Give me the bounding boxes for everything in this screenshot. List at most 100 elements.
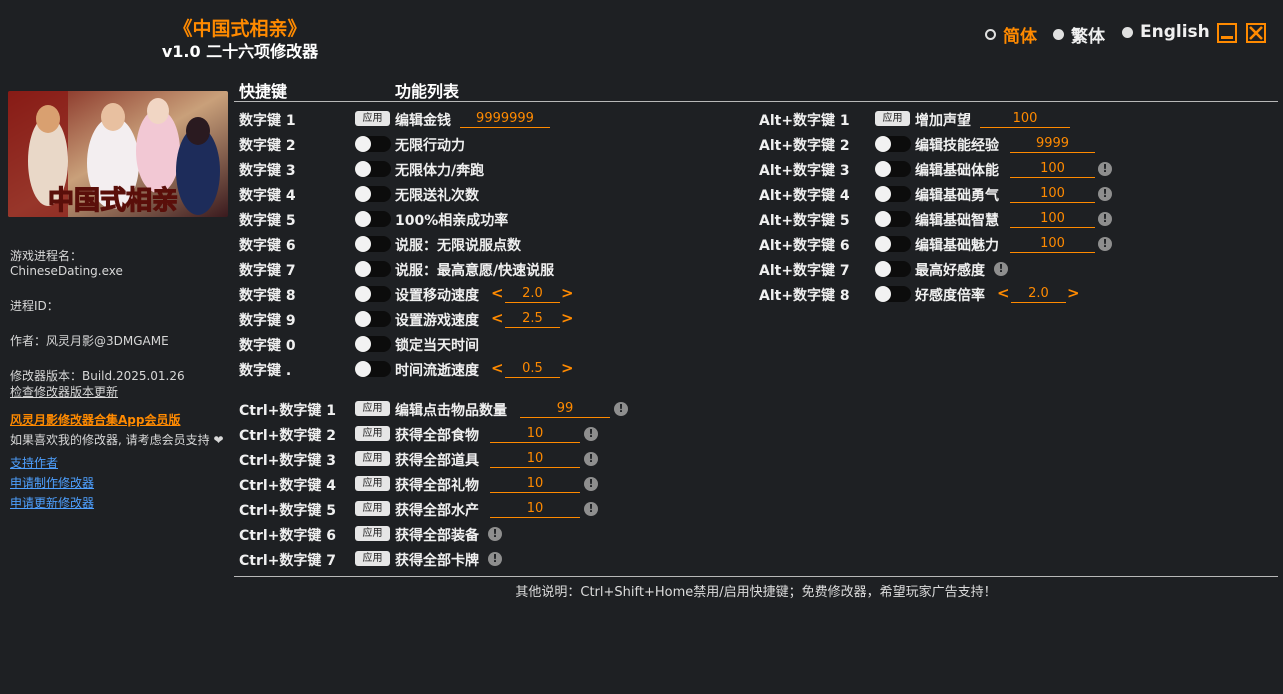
value-input[interactable]: 9999999 — [460, 111, 550, 128]
toggle-switch[interactable] — [355, 161, 391, 177]
info-icon[interactable]: ! — [994, 262, 1008, 276]
feature-label: 获得全部装备 — [395, 528, 479, 544]
apply-button[interactable]: 应用 — [355, 501, 390, 516]
app-title: 《中国式相亲》 — [173, 18, 307, 40]
decrease-arrow-icon[interactable]: < — [997, 285, 1010, 302]
close-button[interactable] — [1246, 23, 1266, 43]
value-input[interactable]: 100 — [1010, 186, 1095, 203]
lang-english[interactable]: English — [1122, 22, 1210, 42]
apply-button[interactable]: 应用 — [355, 451, 390, 466]
toggle-switch[interactable] — [875, 211, 911, 227]
apply-button[interactable]: 应用 — [355, 111, 390, 126]
increase-arrow-icon[interactable]: > — [561, 310, 574, 327]
apply-button[interactable]: 应用 — [355, 401, 390, 416]
hotkey-label: 数字键 4 — [239, 188, 296, 204]
value-input[interactable]: 100 — [1010, 236, 1095, 253]
toggle-switch[interactable] — [355, 336, 391, 352]
app-member-link[interactable]: 风灵月影修改器合集App会员版 — [10, 413, 180, 427]
hotkey-label: 数字键 8 — [239, 288, 296, 304]
toggle-switch[interactable] — [875, 186, 911, 202]
feature-label: 编辑金钱 — [395, 113, 451, 129]
info-icon[interactable]: ! — [584, 452, 598, 466]
lang-label: 繁体 — [1071, 27, 1105, 47]
footer-divider — [234, 576, 1278, 577]
decrease-arrow-icon[interactable]: < — [491, 310, 504, 327]
toggle-switch[interactable] — [875, 261, 911, 277]
value-input[interactable]: 10 — [490, 476, 580, 493]
info-icon[interactable]: ! — [1098, 237, 1112, 251]
toggle-switch[interactable] — [355, 211, 391, 227]
value-input[interactable]: 2.5 — [505, 311, 560, 328]
value-input[interactable]: 2.0 — [505, 286, 560, 303]
info-icon[interactable]: ! — [584, 477, 598, 491]
hotkey-label: 数字键 7 — [239, 263, 296, 279]
hotkey-label: Ctrl+数字键 7 — [239, 553, 337, 569]
feature-label: 编辑点击物品数量 — [395, 403, 507, 419]
feature-label: 时间流逝速度 — [395, 363, 479, 379]
apply-button[interactable]: 应用 — [355, 426, 390, 441]
increase-arrow-icon[interactable]: > — [561, 285, 574, 302]
toggle-switch[interactable] — [355, 186, 391, 202]
hotkey-label: 数字键 2 — [239, 138, 296, 154]
request-trainer-link[interactable]: 申请制作修改器 — [10, 474, 94, 491]
info-icon[interactable]: ! — [488, 552, 502, 566]
value-input[interactable]: 9999 — [1010, 136, 1095, 153]
radio-icon — [985, 29, 996, 40]
feature-label: 获得全部道具 — [395, 453, 479, 469]
value-input[interactable]: 10 — [490, 451, 580, 468]
apply-button[interactable]: 应用 — [875, 111, 910, 126]
minimize-button[interactable] — [1217, 23, 1237, 43]
value-input[interactable]: 99 — [520, 401, 610, 418]
info-icon[interactable]: ! — [488, 527, 502, 541]
apply-button[interactable]: 应用 — [355, 551, 390, 566]
version-text: 修改器版本：Build.2025.01.26 — [10, 369, 185, 383]
toggle-switch[interactable] — [875, 161, 911, 177]
toggle-switch[interactable] — [355, 286, 391, 302]
value-input[interactable]: 100 — [1010, 211, 1095, 228]
info-icon[interactable]: ! — [584, 427, 598, 441]
pid-label: 进程ID： — [10, 299, 59, 313]
toggle-switch[interactable] — [355, 236, 391, 252]
toggle-switch[interactable] — [355, 311, 391, 327]
hotkey-label: 数字键 . — [239, 363, 292, 379]
value-input[interactable]: 2.0 — [1011, 286, 1066, 303]
info-icon[interactable]: ! — [584, 502, 598, 516]
value-input[interactable]: 0.5 — [505, 361, 560, 378]
info-icon[interactable]: ! — [1098, 162, 1112, 176]
support-author-link[interactable]: 支持作者 — [10, 454, 58, 471]
lang-label: 简体 — [1003, 27, 1037, 47]
request-update-link[interactable]: 申请更新修改器 — [10, 494, 94, 511]
hotkey-label: Alt+数字键 7 — [759, 263, 850, 279]
feature-label: 编辑基础体能 — [915, 163, 999, 179]
toggle-switch[interactable] — [355, 361, 391, 377]
toggle-switch[interactable] — [355, 261, 391, 277]
value-input[interactable]: 100 — [1010, 161, 1095, 178]
toggle-switch[interactable] — [875, 236, 911, 252]
info-icon[interactable]: ! — [1098, 212, 1112, 226]
feature-label: 编辑基础智慧 — [915, 213, 999, 229]
increase-arrow-icon[interactable]: > — [561, 360, 574, 377]
lang-simplified[interactable]: 简体 — [985, 22, 1037, 47]
toggle-switch[interactable] — [875, 136, 911, 152]
check-update-link[interactable]: 检查修改器版本更新 — [10, 385, 118, 400]
apply-button[interactable]: 应用 — [355, 526, 390, 541]
toggle-switch[interactable] — [875, 286, 911, 302]
apply-button[interactable]: 应用 — [355, 476, 390, 491]
feature-label: 说服：无限说服点数 — [395, 238, 521, 254]
header-divider — [234, 101, 1278, 102]
decrease-arrow-icon[interactable]: < — [491, 360, 504, 377]
info-icon[interactable]: ! — [614, 402, 628, 416]
hotkey-label: 数字键 3 — [239, 163, 296, 179]
info-icon[interactable]: ! — [1098, 187, 1112, 201]
decrease-arrow-icon[interactable]: < — [491, 285, 504, 302]
process-name: ChineseDating.exe — [10, 264, 123, 278]
value-input[interactable]: 10 — [490, 426, 580, 443]
heart-icon: ❤ — [213, 433, 224, 447]
toggle-switch[interactable] — [355, 136, 391, 152]
lang-traditional[interactable]: 繁体 — [1053, 22, 1105, 47]
value-input[interactable]: 10 — [490, 501, 580, 518]
hotkey-label: Ctrl+数字键 2 — [239, 428, 337, 444]
increase-arrow-icon[interactable]: > — [1067, 285, 1080, 302]
process-label: 游戏进程名： — [10, 249, 83, 263]
value-input[interactable]: 100 — [980, 111, 1070, 128]
